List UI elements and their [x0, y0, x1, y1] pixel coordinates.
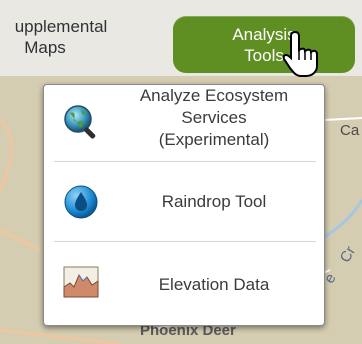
- analysis-tools-menu: Analyze Ecosystem Services (Experimental…: [43, 84, 325, 326]
- analyze-ecosystem-line1: Analyze Ecosystem: [139, 86, 289, 105]
- menu-item-analyze-ecosystem-label: Analyze Ecosystem Services (Experimental…: [114, 85, 314, 151]
- supplemental-maps-label-line2: Maps: [24, 38, 66, 57]
- map-label-ca: Ca: [340, 122, 360, 139]
- elevation-chart-icon: [63, 266, 99, 298]
- menu-item-elevation-data-label: Elevation Data: [158, 275, 270, 294]
- supplemental-maps-label-line1: upplemental: [14, 17, 108, 36]
- globe-magnifier-icon: [64, 105, 96, 139]
- menu-item-raindrop-tool[interactable]: Raindrop Tool: [44, 163, 324, 239]
- hand-cursor-icon: [282, 30, 318, 77]
- analyze-ecosystem-line2: Services: [181, 108, 247, 127]
- menu-item-analyze-ecosystem[interactable]: Analyze Ecosystem Services (Experimental…: [44, 85, 324, 159]
- menu-item-raindrop-tool-label: Raindrop Tool: [161, 192, 267, 211]
- top-toolbar: upplemental Maps Analysis Tools: [0, 0, 362, 77]
- menu-divider: [54, 241, 316, 242]
- menu-item-elevation-data[interactable]: Elevation Data: [44, 243, 324, 323]
- raindrop-icon: [64, 185, 98, 219]
- menu-divider: [54, 161, 316, 162]
- analyze-ecosystem-line3: (Experimental): [158, 130, 270, 149]
- supplemental-maps-tab[interactable]: upplemental Maps: [0, 16, 150, 70]
